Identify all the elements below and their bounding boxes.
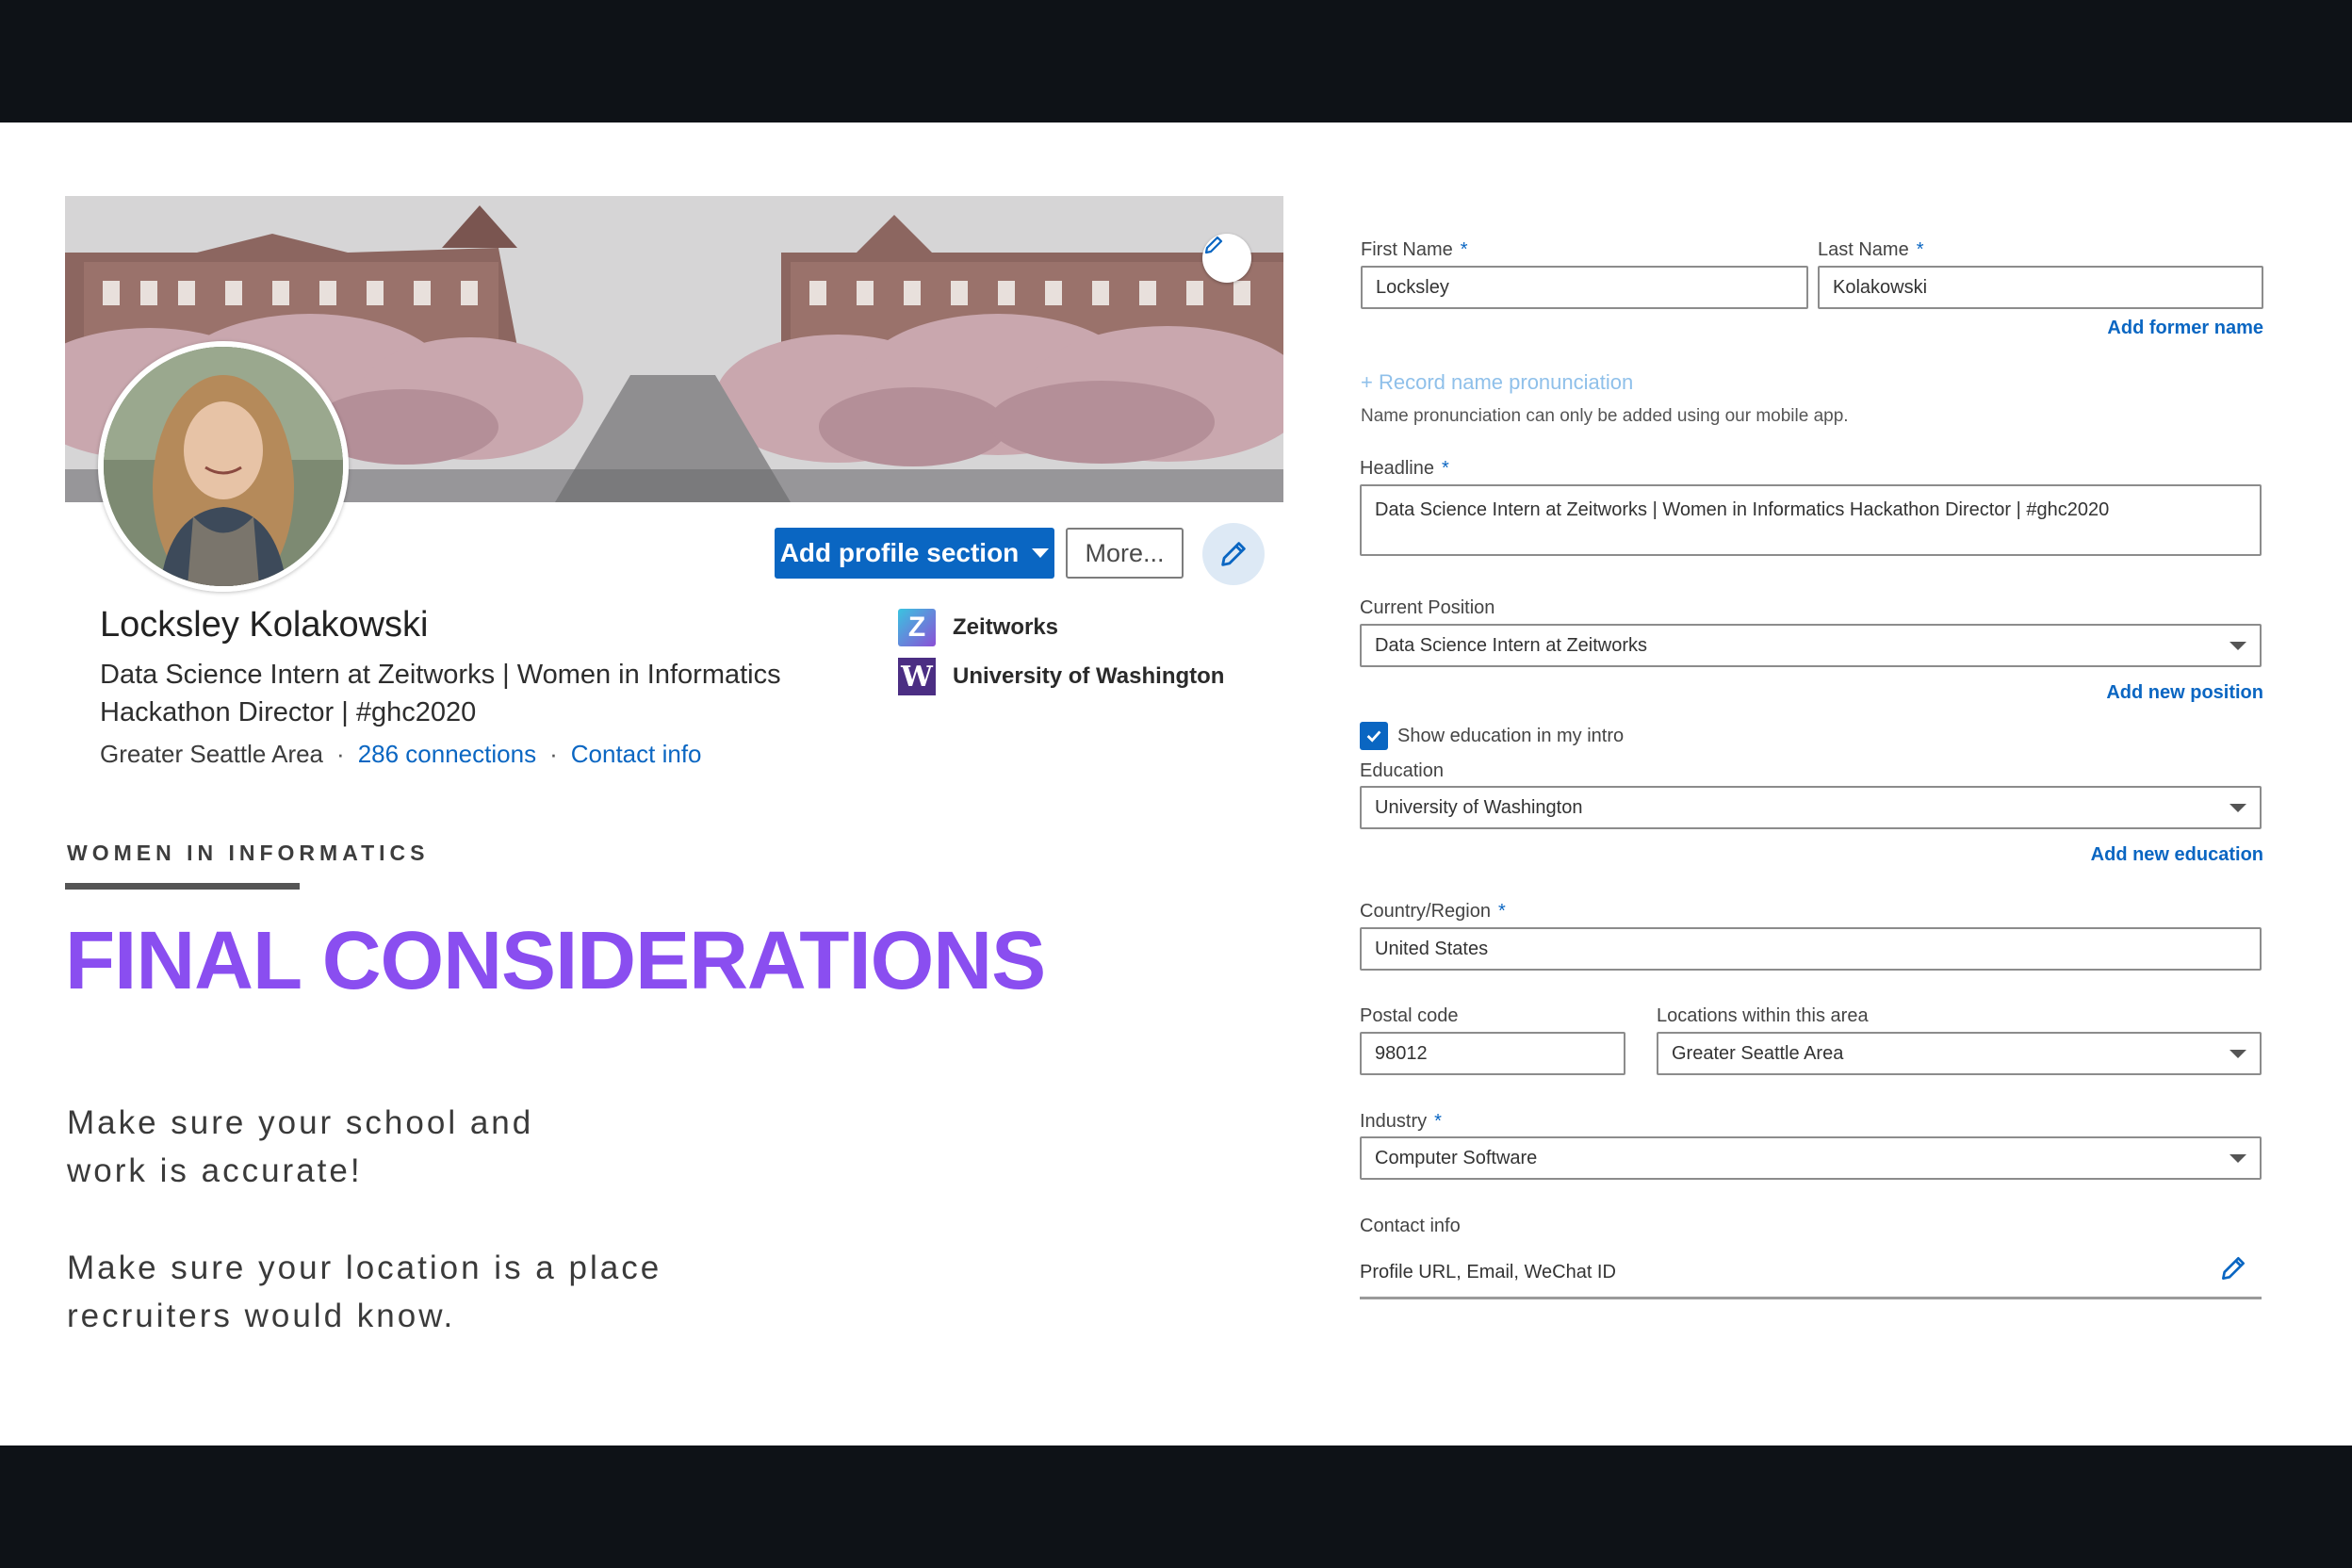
add-profile-section-label: Add profile section bbox=[779, 538, 1020, 567]
locations-select[interactable]: Greater Seattle Area bbox=[1657, 1032, 2262, 1075]
pencil-icon bbox=[2222, 1257, 2245, 1280]
pencil-icon bbox=[1204, 236, 1223, 254]
profile-location: Greater Seattle Area bbox=[100, 740, 324, 768]
edit-intro-form: First Name * Last Name * Locksley Kolakows… bbox=[1357, 236, 2263, 1423]
postal-code-field[interactable]: 98012 bbox=[1360, 1032, 1625, 1075]
profile-name: Locksley Kolakowski bbox=[100, 605, 429, 645]
headline-field[interactable]: Data Science Intern at Zeitworks | Women… bbox=[1360, 484, 2262, 556]
org-name: University of Washington bbox=[953, 663, 1225, 689]
postal-code-label: Postal code bbox=[1360, 1005, 1459, 1026]
add-new-position-link[interactable]: Add new position bbox=[2106, 682, 2263, 704]
contact-info-label: Contact info bbox=[1360, 1216, 1461, 1236]
separator-dot: · bbox=[336, 740, 345, 768]
add-profile-section-button[interactable]: Add profile section bbox=[775, 528, 1054, 579]
education-value: University of Washington bbox=[1375, 796, 1583, 818]
industry-label: Industry * bbox=[1360, 1111, 1442, 1132]
org-item-university[interactable]: W University of Washington bbox=[898, 658, 1224, 695]
chevron-down-icon bbox=[2230, 1153, 2246, 1163]
profile-meta: Greater Seattle Area · 286 connections · Con… bbox=[100, 740, 702, 769]
locations-label: Locations within this area bbox=[1657, 1005, 1869, 1026]
eyebrow-label: WOMEN IN INFORMATICS bbox=[67, 841, 430, 865]
last-name-label: Last Name * bbox=[1818, 239, 1924, 260]
show-education-checkbox[interactable] bbox=[1360, 722, 1388, 750]
divider bbox=[65, 883, 300, 890]
country-label: Country/Region * bbox=[1360, 901, 1506, 922]
chevron-down-icon bbox=[2230, 1049, 2246, 1058]
slide: Add profile section More... Locksley Kol… bbox=[0, 122, 2352, 1446]
industry-select[interactable]: Computer Software bbox=[1360, 1136, 2262, 1180]
tip-text: Make sure your location is a place recru… bbox=[67, 1250, 662, 1334]
checkmark-icon bbox=[1366, 730, 1381, 743]
locations-value: Greater Seattle Area bbox=[1672, 1042, 1844, 1064]
first-name-label: First Name * bbox=[1361, 239, 1468, 260]
show-education-label: Show education in my intro bbox=[1397, 726, 1625, 746]
tip-text: Make sure your school and work is accura… bbox=[67, 1104, 534, 1189]
contact-info-link[interactable]: Contact info bbox=[571, 740, 702, 768]
edit-intro-button[interactable] bbox=[1202, 523, 1265, 585]
uw-logo-icon: W bbox=[898, 658, 936, 695]
education-label: Education bbox=[1360, 760, 1444, 781]
chevron-down-icon bbox=[2230, 641, 2246, 650]
add-former-name-link[interactable]: Add former name bbox=[2107, 318, 2263, 339]
pronunciation-hint: Name pronunciation can only be added usi… bbox=[1361, 406, 1849, 426]
avatar[interactable] bbox=[98, 341, 349, 592]
industry-value: Computer Software bbox=[1375, 1147, 1538, 1168]
current-position-value: Data Science Intern at Zeitworks bbox=[1375, 634, 1648, 656]
contact-info-value: Profile URL, Email, WeChat ID bbox=[1360, 1262, 1616, 1282]
pencil-icon bbox=[1221, 542, 1246, 566]
current-position-label: Current Position bbox=[1360, 597, 1495, 618]
connections-link[interactable]: 286 connections bbox=[358, 740, 536, 768]
divider bbox=[1360, 1297, 2262, 1299]
headline-label: Headline * bbox=[1360, 458, 1449, 479]
country-field[interactable]: United States bbox=[1360, 927, 2262, 971]
chevron-down-icon bbox=[2230, 803, 2246, 812]
caret-down-icon bbox=[1032, 548, 1050, 558]
education-select[interactable]: University of Washington bbox=[1360, 786, 2262, 829]
separator-dot: · bbox=[549, 740, 558, 768]
add-new-education-link[interactable]: Add new education bbox=[2091, 844, 2263, 866]
zeitworks-logo-icon: Z bbox=[898, 609, 936, 646]
last-name-field[interactable]: Kolakowski bbox=[1818, 266, 2263, 309]
record-pronunciation-link[interactable]: + Record name pronunciation bbox=[1361, 370, 1633, 395]
first-name-field[interactable]: Locksley bbox=[1361, 266, 1808, 309]
edit-contact-info-button[interactable] bbox=[2218, 1253, 2248, 1288]
current-position-select[interactable]: Data Science Intern at Zeitworks bbox=[1360, 624, 2262, 667]
profile-headline: Data Science Intern at Zeitworks | Women… bbox=[100, 660, 781, 727]
org-item-zeitworks[interactable]: Z Zeitworks bbox=[898, 609, 1058, 646]
edit-banner-button[interactable] bbox=[1202, 234, 1251, 283]
org-name: Zeitworks bbox=[953, 614, 1059, 640]
more-button[interactable]: More... bbox=[1066, 528, 1184, 579]
slide-title: FINAL CONSIDERATIONS bbox=[65, 915, 1046, 1006]
profile-photo bbox=[104, 347, 343, 586]
